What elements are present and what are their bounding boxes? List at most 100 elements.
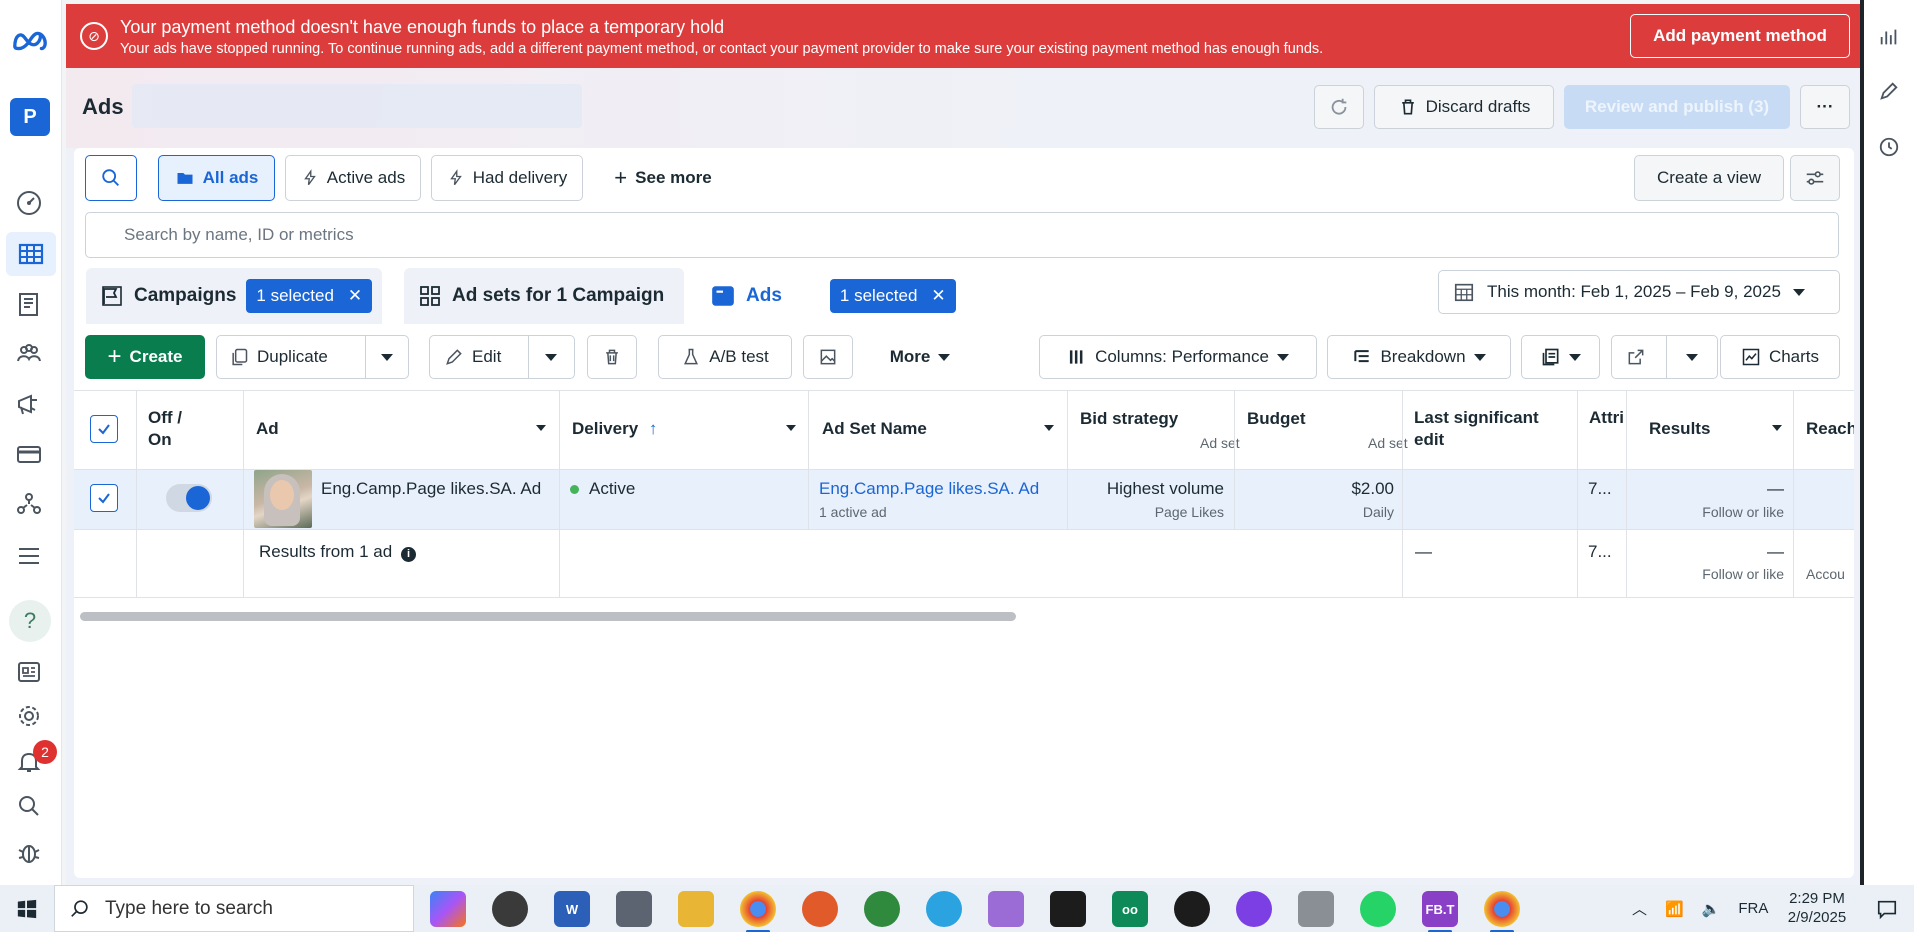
reports-button[interactable] — [1521, 335, 1600, 379]
ads-manager-table-icon[interactable] — [6, 232, 56, 276]
clear-selection-close-icon[interactable]: ✕ — [931, 286, 945, 306]
copilot-app-icon[interactable] — [430, 891, 466, 927]
edit-button[interactable]: Edit — [429, 335, 575, 379]
history-clock-icon[interactable] — [1874, 132, 1904, 162]
ad-set-column-menu-chevron-icon[interactable] — [1044, 425, 1054, 431]
info-icon[interactable]: i — [400, 547, 416, 562]
filter-active-ads[interactable]: Active ads — [285, 155, 421, 201]
feather-app-icon[interactable] — [988, 891, 1024, 927]
filter-settings-button[interactable] — [1790, 155, 1840, 201]
taskbar-clock[interactable]: 2:29 PM 2/9/2025 — [1762, 889, 1872, 927]
duplicate-button[interactable]: Duplicate — [216, 335, 409, 379]
search-icon[interactable] — [13, 790, 45, 822]
audiences-people-icon[interactable] — [13, 338, 45, 370]
microphone-app-icon[interactable] — [1298, 891, 1334, 927]
insights-chart-icon[interactable] — [1874, 22, 1904, 52]
refresh-button[interactable] — [1314, 85, 1364, 129]
table-row[interactable]: Eng.Camp.Page likes.SA. Ad Active Eng.Ca… — [74, 470, 1854, 530]
add-payment-method-button[interactable]: Add payment method — [1630, 14, 1850, 58]
duplicate-dropdown-chevron-icon[interactable] — [381, 354, 393, 361]
wifi-icon[interactable]: 📶 — [1665, 900, 1684, 918]
all-tools-menu-icon[interactable] — [13, 540, 45, 572]
tab-ads[interactable]: Ads 1 selected ✕ — [696, 268, 956, 324]
fb-tool-app-icon[interactable]: FB.T — [1422, 891, 1458, 932]
campaigns-selected-pill[interactable]: 1 selected ✕ — [246, 279, 373, 313]
bug-report-icon[interactable] — [13, 836, 45, 868]
account-name-field[interactable] — [132, 84, 582, 128]
purple-app-icon[interactable] — [1236, 891, 1272, 927]
camera-app-icon[interactable] — [492, 891, 528, 927]
filter-all-ads[interactable]: All ads — [158, 155, 275, 201]
ads-selected-pill[interactable]: 1 selected ✕ — [829, 279, 956, 313]
account-avatar[interactable]: P — [10, 98, 50, 136]
business-network-icon[interactable] — [13, 488, 45, 520]
ad-on-off-toggle[interactable] — [166, 484, 212, 512]
filter-had-delivery-label: Had delivery — [472, 168, 568, 187]
review-and-publish-button[interactable]: Review and publish (3) — [1564, 85, 1790, 129]
file-explorer-icon[interactable] — [678, 891, 714, 927]
megaphone-icon[interactable] — [13, 388, 45, 420]
news-feed-icon[interactable] — [13, 656, 45, 688]
notifications-center-icon[interactable] — [1876, 885, 1898, 932]
dark-app-icon[interactable] — [1174, 891, 1210, 927]
volume-icon[interactable]: 🔈 — [1702, 900, 1721, 918]
more-actions-button[interactable]: More — [870, 335, 970, 379]
alert-body: Your ads have stopped running. To contin… — [120, 41, 1324, 57]
search-toggle-button[interactable] — [85, 155, 137, 201]
telegram-app-icon[interactable] — [926, 891, 962, 927]
ad-column-menu-chevron-icon[interactable] — [536, 425, 546, 431]
columns-button[interactable]: Columns: Performance — [1039, 335, 1317, 379]
delete-button[interactable] — [587, 335, 637, 379]
word-app-icon[interactable]: W — [554, 891, 590, 927]
ccleaner-app-icon[interactable] — [802, 891, 838, 927]
edit-dropdown-chevron-icon[interactable] — [545, 354, 557, 361]
taskbar-search-box[interactable]: Type here to search — [54, 885, 414, 932]
tab-ad-sets[interactable]: Ad sets for 1 Campaign — [404, 268, 684, 324]
pages-book-icon[interactable] — [13, 288, 45, 320]
results-column-menu-chevron-icon[interactable] — [1772, 425, 1782, 431]
export-button[interactable] — [1611, 335, 1718, 379]
charts-button[interactable]: Charts — [1720, 335, 1840, 379]
more-options-button[interactable]: ··· — [1800, 85, 1850, 129]
lock-app-icon[interactable] — [1050, 891, 1086, 927]
windows-start-icon[interactable] — [0, 885, 54, 932]
breakdown-button[interactable]: Breakdown — [1327, 335, 1511, 379]
delivery-column-menu-chevron-icon[interactable] — [786, 425, 796, 431]
chrome-app-icon[interactable] — [1484, 891, 1520, 932]
chevron-up-icon[interactable]: ︿ — [1632, 898, 1647, 919]
see-more-filters-button[interactable]: + See more — [598, 155, 728, 201]
whatsapp-app-icon[interactable] — [1360, 891, 1396, 927]
tab-campaigns[interactable]: Campaigns 1 selected ✕ — [86, 268, 382, 324]
ab-test-button[interactable]: A/B test — [658, 335, 792, 379]
meta-logo-icon[interactable] — [10, 24, 50, 56]
sort-ascending-arrow-icon[interactable]: ↑ — [649, 419, 658, 438]
active-status-dot-icon — [570, 485, 579, 495]
preview-image-button[interactable] — [803, 335, 853, 379]
discard-drafts-button[interactable]: Discard drafts — [1374, 85, 1554, 129]
horizontal-scrollbar[interactable] — [80, 612, 1016, 621]
clear-selection-close-icon[interactable]: ✕ — [348, 286, 362, 306]
ad-thumbnail[interactable] — [254, 470, 312, 528]
create-a-view-button[interactable]: Create a view — [1634, 155, 1784, 201]
search-input[interactable] — [86, 213, 1838, 257]
page-title: Ads — [82, 94, 124, 119]
calculator-app-icon[interactable] — [616, 891, 652, 927]
dashboard-gauge-icon[interactable] — [13, 187, 45, 219]
green-app-icon[interactable]: oo — [1112, 891, 1148, 927]
billing-card-icon[interactable] — [13, 438, 45, 470]
create-button[interactable]: + Create — [85, 335, 205, 379]
plus-icon: + — [107, 343, 122, 370]
select-all-checkbox[interactable] — [90, 415, 118, 443]
settings-gear-icon[interactable] — [13, 700, 45, 732]
chrome-profile-app-icon[interactable] — [740, 891, 776, 932]
edit-pencil-icon[interactable] — [1874, 76, 1904, 106]
help-icon[interactable]: ? — [9, 600, 51, 642]
summary-last-edit: — — [1415, 542, 1432, 561]
filter-had-delivery[interactable]: Had delivery — [431, 155, 583, 201]
ads-table: Off / On Ad Delivery ↑ Ad Set Name Bid s… — [74, 390, 1854, 610]
globe-app-icon[interactable] — [864, 891, 900, 927]
export-dropdown-chevron-icon[interactable] — [1686, 354, 1698, 361]
row-select-checkbox[interactable] — [90, 484, 118, 512]
duplicate-label: Duplicate — [257, 347, 328, 366]
date-range-picker[interactable]: This month: Feb 1, 2025 – Feb 9, 2025 — [1438, 270, 1840, 314]
